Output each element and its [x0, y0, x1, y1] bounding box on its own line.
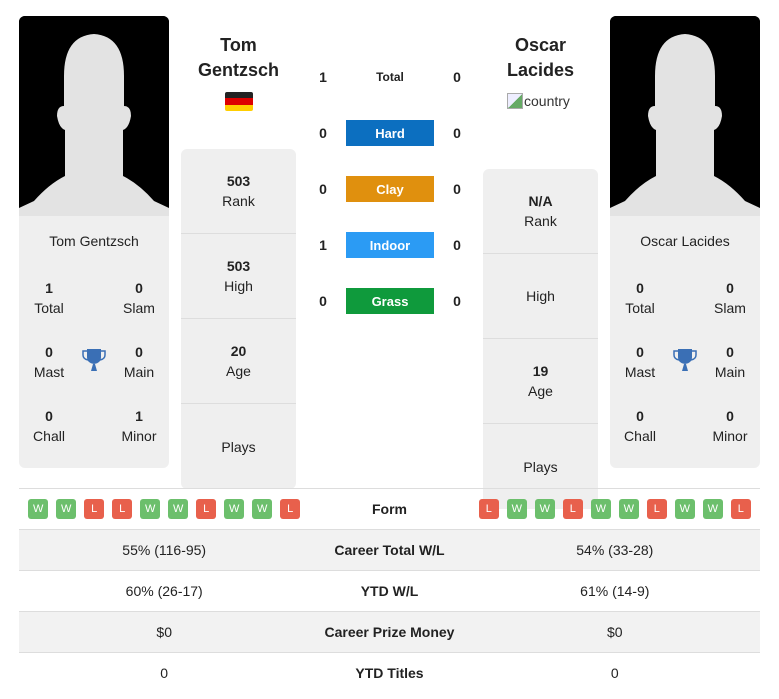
- form-badge-loss[interactable]: L: [112, 499, 133, 519]
- player1-plays: Plays: [221, 438, 256, 455]
- row-label: Career Prize Money: [309, 611, 470, 653]
- player1-high: 503 High: [181, 234, 296, 319]
- form-badge-win[interactable]: W: [224, 499, 245, 519]
- player1-age: 20 Age: [181, 319, 296, 404]
- player2-mast-titles: 0 Mast: [624, 344, 656, 380]
- form-badge-win[interactable]: W: [674, 499, 695, 519]
- form-badge-win[interactable]: W: [252, 499, 273, 519]
- surface-badge-indoor: Indoor: [346, 232, 434, 258]
- player1-total-titles: 1 Total: [34, 280, 64, 316]
- surface-badge-clay: Clay: [346, 176, 434, 202]
- player2-minor-titles: 0 Minor: [712, 408, 748, 444]
- player2-card-name: Oscar Lacides: [640, 233, 730, 249]
- country-flag-icon: country: [507, 93, 570, 109]
- h2h-label: Total: [376, 70, 404, 84]
- player1-value: 55% (116-95): [19, 529, 310, 571]
- row-label: Career Total W/L: [309, 529, 470, 571]
- prize-money-row: $0 Career Prize Money $0: [19, 611, 760, 653]
- player1-form: WWLLWWLWWL: [19, 499, 309, 519]
- form-badge-win[interactable]: W: [506, 499, 527, 519]
- player2-photo: [610, 16, 760, 216]
- player2-rank: N/A Rank: [483, 169, 598, 254]
- h2h-p2-value: 0: [453, 293, 461, 309]
- player1-card: Tom Gentzsch 1 Total 0 Slam 0 Mast 0 Main 0C…: [19, 216, 169, 468]
- player1-value: 60% (26-17): [19, 570, 310, 612]
- form-badge-win[interactable]: W: [702, 499, 723, 519]
- ytd-wl-row: 60% (26-17) YTD W/L 61% (14-9): [19, 570, 760, 612]
- h2h-grass-row: 0 Grass 0: [310, 288, 470, 314]
- form-badge-loss[interactable]: L: [196, 499, 217, 519]
- h2h-p1-value: 1: [319, 69, 327, 85]
- comparison-table: WWLLWWLWWL Form LWWLWWLWWL 55% (116-95) …: [19, 488, 760, 694]
- player1-slam-titles: 0 Slam: [123, 280, 155, 316]
- surface-badge-hard: Hard: [346, 120, 434, 146]
- form-badge-loss[interactable]: L: [562, 499, 583, 519]
- form-badge-loss[interactable]: L: [478, 499, 499, 519]
- player1-card-name: Tom Gentzsch: [49, 233, 139, 249]
- h2h-p1-value: 0: [319, 181, 327, 197]
- form-badge-win[interactable]: W: [534, 499, 555, 519]
- h2h-indoor-row: 1 Indoor 0: [310, 232, 470, 258]
- h2h-p2-value: 0: [453, 125, 461, 141]
- player2-age: 19 Age: [483, 339, 598, 424]
- player1-photo: [19, 16, 169, 216]
- trophy-icon: [673, 347, 697, 373]
- player2-info-panel: N/A Rank High 19 Age Plays: [483, 169, 598, 509]
- player2-total-titles: 0 Total: [625, 280, 655, 316]
- form-badge-win[interactable]: W: [590, 499, 611, 519]
- player1-value: 0: [19, 652, 310, 694]
- player2-value: 54% (33-28): [469, 529, 760, 571]
- player2-card: Oscar Lacides 0 Total 0 Slam 0 Mast 0 Main 0…: [610, 216, 760, 468]
- form-badge-win[interactable]: W: [618, 499, 639, 519]
- form-badge-win[interactable]: W: [28, 499, 49, 519]
- player2-name-heading[interactable]: Oscar Lacides: [483, 33, 598, 83]
- player2-value: $0: [469, 611, 760, 653]
- player2-main-titles: 0 Main: [714, 344, 746, 380]
- ytd-titles-row: 0 YTD Titles 0: [19, 652, 760, 694]
- player2-form: LWWLWWLWWL: [470, 499, 760, 519]
- form-badge-win[interactable]: W: [168, 499, 189, 519]
- career-total-row: 55% (116-95) Career Total W/L 54% (33-28…: [19, 529, 760, 571]
- player1-main-titles: 0 Main: [123, 344, 155, 380]
- player1-info-panel: 503 Rank 503 High 20 Age Plays: [181, 149, 296, 489]
- player2-high: High: [483, 254, 598, 339]
- form-badge-win[interactable]: W: [56, 499, 77, 519]
- h2h-p1-value: 0: [319, 125, 327, 141]
- player2-slam-titles: 0 Slam: [714, 280, 746, 316]
- form-row: WWLLWWLWWL Form LWWLWWLWWL: [19, 488, 760, 530]
- h2h-p2-value: 0: [453, 181, 461, 197]
- form-badge-loss[interactable]: L: [84, 499, 105, 519]
- h2h-p2-value: 0: [453, 237, 461, 253]
- h2h-p1-value: 0: [319, 293, 327, 309]
- germany-flag-icon: [225, 92, 253, 111]
- form-badge-loss[interactable]: L: [646, 499, 667, 519]
- silhouette-icon: [610, 16, 760, 216]
- player1-mast-titles: 0 Mast: [33, 344, 65, 380]
- form-badge-win[interactable]: W: [140, 499, 161, 519]
- form-badge-loss[interactable]: L: [280, 499, 301, 519]
- silhouette-icon: [19, 16, 169, 216]
- h2h-total-row: 1 Total 0: [310, 64, 470, 90]
- row-label: Form: [309, 488, 470, 530]
- player2-value: 0: [469, 652, 760, 694]
- row-label: YTD W/L: [309, 570, 470, 612]
- h2h-p2-value: 0: [453, 69, 461, 85]
- h2h-clay-row: 0 Clay 0: [310, 176, 470, 202]
- player1-name-heading[interactable]: Tom Gentzsch: [181, 33, 296, 83]
- broken-image-icon: [507, 93, 523, 109]
- player2-value: 61% (14-9): [469, 570, 760, 612]
- form-badge-loss[interactable]: L: [730, 499, 751, 519]
- trophy-icon: [82, 347, 106, 373]
- surface-badge-grass: Grass: [346, 288, 434, 314]
- h2h-p1-value: 1: [319, 237, 327, 253]
- player1-minor-titles: 1 Minor: [121, 408, 157, 444]
- h2h-hard-row: 0 Hard 0: [310, 120, 470, 146]
- row-label: YTD Titles: [309, 652, 470, 694]
- player2-chall-titles: 0 Chall: [624, 408, 656, 444]
- player1-value: $0: [19, 611, 310, 653]
- player1-rank: 503 Rank: [181, 149, 296, 234]
- player1-chall-titles: 0 Chall: [33, 408, 65, 444]
